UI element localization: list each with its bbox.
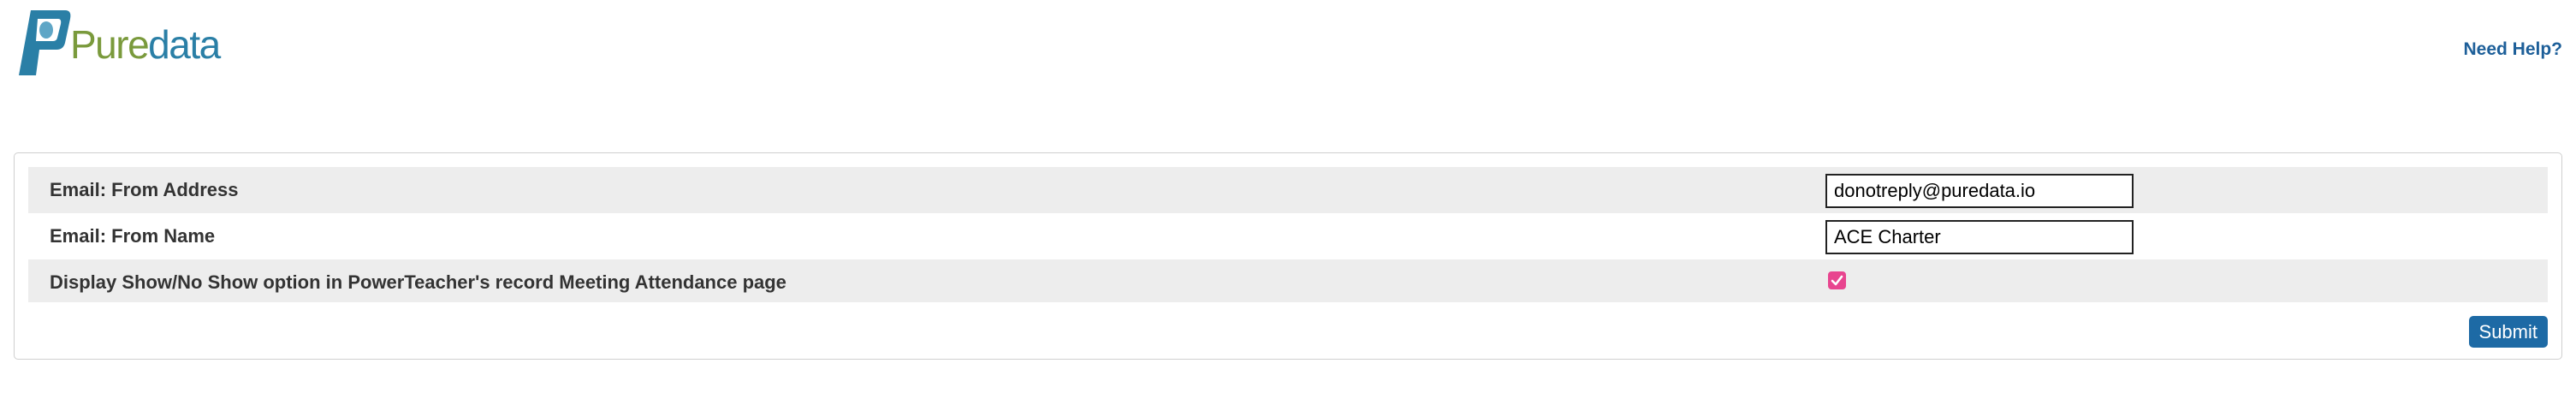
brand-name-pure: Pure xyxy=(70,22,150,67)
puredata-logo[interactable]: Puredata xyxy=(12,7,221,79)
need-help-link[interactable]: Need Help? xyxy=(2463,39,2562,60)
brand-name-data: data xyxy=(148,22,221,67)
from-name-label: Email: From Name xyxy=(50,225,216,247)
from-address-label: Email: From Address xyxy=(50,179,239,200)
brand-name: Puredata xyxy=(70,19,221,70)
show-no-show-label: Display Show/No Show option in PowerTeac… xyxy=(50,271,786,293)
from-address-input[interactable] xyxy=(1825,174,2134,208)
from-name-input[interactable] xyxy=(1825,220,2134,254)
checkmark-icon xyxy=(1831,275,1843,286)
page: Puredata Need Help? Email: From Address … xyxy=(0,0,2576,417)
setting-row-show-no-show: Display Show/No Show option in PowerTeac… xyxy=(28,259,2548,302)
setting-row-from-address: Email: From Address xyxy=(28,167,2548,213)
settings-panel: Email: From Address Email: From Name Dis… xyxy=(14,152,2562,360)
header: Puredata Need Help? xyxy=(0,0,2576,94)
show-no-show-checkbox[interactable] xyxy=(1828,271,1846,289)
submit-button[interactable]: Submit xyxy=(2468,316,2548,348)
puredata-p-icon xyxy=(19,10,71,75)
setting-row-from-name: Email: From Name xyxy=(28,213,2548,259)
